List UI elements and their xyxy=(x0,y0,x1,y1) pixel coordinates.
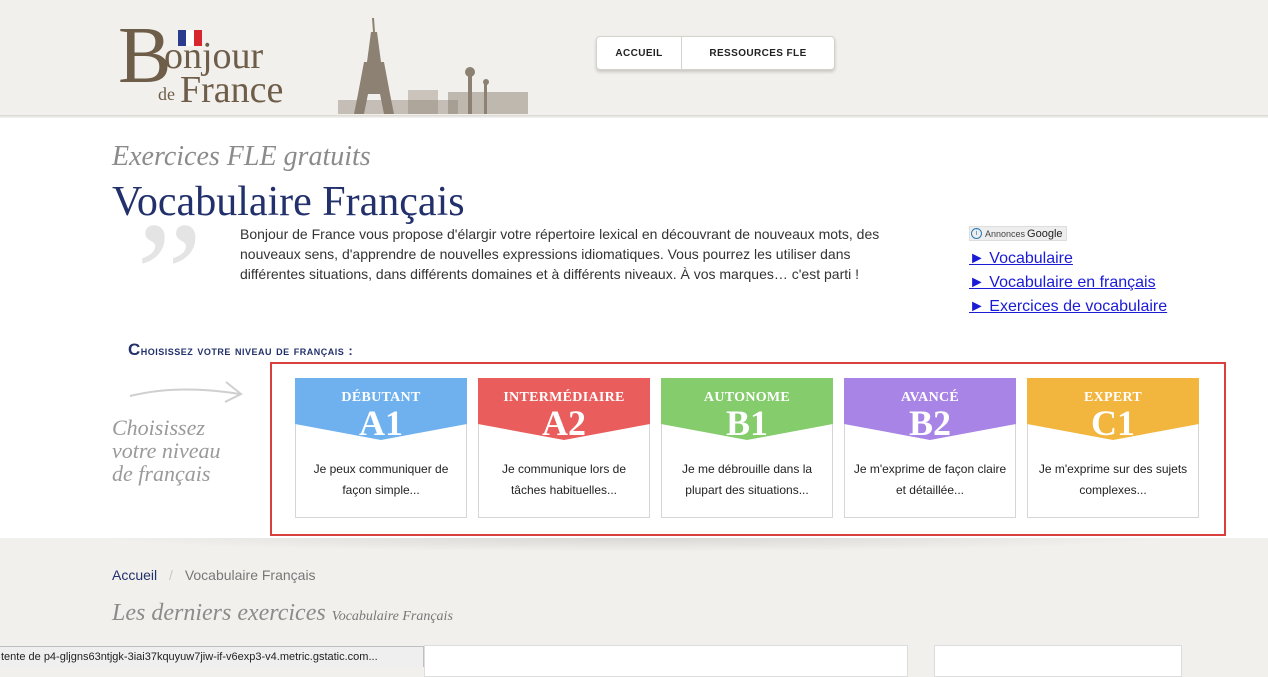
level-card-code: C1 xyxy=(1091,403,1135,443)
latest-exercises-heading: Les derniers exercices Vocabulaire Franç… xyxy=(112,600,453,627)
breadcrumb: Accueil / Vocabulaire Français xyxy=(112,567,316,583)
level-card-b1[interactable]: AUTONOME B1 Je me débrouille dans la plupa… xyxy=(661,378,833,518)
level-section-heading: Choisissez votre niveau de français : xyxy=(128,340,353,360)
level-card-b2[interactable]: AVANCÉ B2 Je m'exprime de façon claire et … xyxy=(844,378,1016,518)
ad-link-vocabulaire[interactable]: ► Vocabulaire xyxy=(969,249,1167,268)
side-text-line: Choisissez xyxy=(112,415,205,440)
ads-badge[interactable]: i Annonces Google xyxy=(969,226,1067,241)
level-card-description: Je me débrouille dans la plupart des sit… xyxy=(681,462,813,497)
ads-badge-label: Annonces xyxy=(985,228,1026,239)
level-card-description: Je m'exprime sur des sujets complexes... xyxy=(1038,462,1188,497)
exercise-card-preview[interactable] xyxy=(424,645,908,677)
side-text-line: votre niveau xyxy=(112,438,221,463)
level-card-code: A2 xyxy=(542,403,586,443)
paris-skyline-icon xyxy=(338,18,528,114)
browser-status-bar: tente de p4-gljgns63ntjgk-3iai37kquyuw7j… xyxy=(0,646,424,667)
latest-title: Les derniers exercices xyxy=(112,600,326,626)
level-card-c1[interactable]: EXPERT C1 Je m'exprime sur des sujets comp… xyxy=(1027,378,1199,518)
page-subtitle: Exercices FLE gratuits xyxy=(112,141,371,172)
site-header: B onjour de France ACCUEIL RESSOURCES FL… xyxy=(0,0,1268,117)
arrow-right-icon xyxy=(129,381,243,403)
intro-paragraph: Bonjour de France vous propose d'élargir… xyxy=(240,226,880,282)
main-bottom-shadow xyxy=(0,538,1268,554)
ads-badge-brand: Google xyxy=(1027,227,1063,240)
logo-text-france: France xyxy=(180,69,284,111)
breadcrumb-separator: / xyxy=(169,567,173,583)
breadcrumb-home-link[interactable]: Accueil xyxy=(112,567,157,583)
side-text-line: de français xyxy=(112,461,211,486)
nav-item-accueil[interactable]: ACCUEIL xyxy=(597,37,682,69)
info-icon[interactable]: i xyxy=(971,228,982,239)
breadcrumb-current: Vocabulaire Français xyxy=(184,567,316,583)
latest-subtitle: Vocabulaire Français xyxy=(331,609,453,624)
site-logo[interactable]: B onjour de France xyxy=(118,14,538,118)
nav-item-ressources-fle[interactable]: RESSOURCES FLE xyxy=(682,37,834,69)
level-card-code: B1 xyxy=(725,403,768,443)
level-card-code: B2 xyxy=(908,403,951,443)
level-card-a2[interactable]: INTERMÉDIAIRE A2 Je communique lors de tâc… xyxy=(478,378,650,518)
level-card-description: Je communique lors de tâches habituelles… xyxy=(501,462,627,497)
level-heading-rest: hoisissez votre niveau de français : xyxy=(140,343,354,358)
quote-icon: ” xyxy=(136,192,203,358)
level-card-a1[interactable]: DÉBUTANT A1 Je peux communiquer de façon s… xyxy=(295,378,467,518)
logo-text-de: de xyxy=(158,84,175,104)
ad-link-vocabulaire-en-francais[interactable]: ► Vocabulaire en français xyxy=(969,273,1167,292)
level-card-description: Je m'exprime de façon claire et détaillé… xyxy=(853,462,1007,497)
sidebar-card-preview[interactable] xyxy=(934,645,1182,677)
ad-link-exercices-de-vocabulaire[interactable]: ► Exercices de vocabulaire xyxy=(969,297,1167,316)
google-ads-block: i Annonces Google ► Vocabulaire ► Vocabu… xyxy=(969,222,1167,316)
level-heading-cap: C xyxy=(128,340,141,359)
main-nav: ACCUEIL RESSOURCES FLE xyxy=(596,36,835,70)
level-card-code: A1 xyxy=(359,403,403,443)
level-card-description: Je peux communiquer de façon simple... xyxy=(313,462,449,497)
choose-level-side-text: Choisissez votre niveau de français xyxy=(112,416,221,485)
